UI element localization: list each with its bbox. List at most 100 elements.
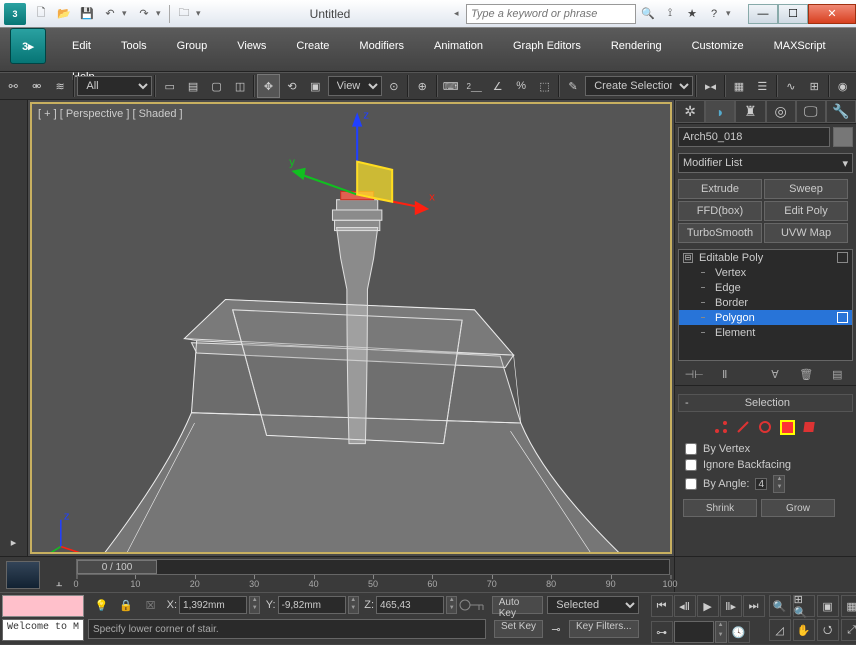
menu-group[interactable]: Group: [163, 37, 222, 55]
mod-btn-ffdbox[interactable]: FFD(box): [678, 201, 762, 221]
shrink-button[interactable]: Shrink: [683, 499, 757, 517]
stack-item-polygon[interactable]: Polygon: [679, 310, 852, 325]
perspective-viewport[interactable]: [ + ] [ Perspective ] [ Shaded ]: [30, 102, 672, 554]
setkey-button[interactable]: Set Key: [494, 620, 543, 638]
curve-editor-icon[interactable]: ∿: [780, 74, 802, 98]
snap-toggle-icon[interactable]: 2⸏: [463, 74, 485, 98]
angle-spinner-buttons[interactable]: ▲▼: [773, 475, 785, 493]
keyboard-shortcut-icon[interactable]: ⌨: [440, 74, 462, 98]
modifier-list-combo[interactable]: Modifier List ▾: [678, 153, 853, 173]
angle-snap-icon[interactable]: ∠: [486, 74, 508, 98]
unlink-icon[interactable]: ⚮: [25, 74, 47, 98]
redo-icon[interactable]: ↷: [133, 4, 155, 24]
z-coord-input[interactable]: [376, 596, 444, 614]
stack-item-vertex[interactable]: Vertex: [679, 265, 852, 280]
isolate-icon[interactable]: ☒: [139, 593, 162, 617]
pin-stack-icon[interactable]: ⊣⊢: [685, 368, 703, 381]
object-color-swatch[interactable]: [833, 127, 853, 147]
menu-create[interactable]: Create: [282, 37, 343, 55]
bind-spacewarp-icon[interactable]: ≋: [49, 74, 71, 98]
selection-filter-combo[interactable]: All: [77, 76, 152, 96]
layers-icon[interactable]: ☰: [751, 74, 773, 98]
trackbar-toggle-icon[interactable]: ⫠: [56, 577, 63, 590]
by-angle-checkbox[interactable]: [685, 478, 697, 490]
show-end-icon[interactable]: Ⅱ: [716, 368, 734, 381]
play-icon[interactable]: ▶: [697, 595, 719, 617]
undo-icon[interactable]: ↶: [99, 4, 121, 24]
mod-btn-editpoly[interactable]: Edit Poly: [764, 201, 848, 221]
schematic-view-icon[interactable]: ⊞: [803, 74, 825, 98]
lightbulb-icon[interactable]: 💡: [90, 593, 113, 617]
lock-icon[interactable]: 🔒: [115, 593, 138, 617]
trackbar-thumb[interactable]: [6, 561, 40, 589]
select-manipulate-icon[interactable]: ⊕: [411, 74, 433, 98]
prev-frame-icon[interactable]: ◂Ⅱ: [674, 595, 696, 617]
by-vertex-checkbox[interactable]: [685, 443, 697, 455]
current-frame-input[interactable]: [674, 621, 714, 643]
comm-center-icon[interactable]: ⟟: [660, 4, 680, 24]
tab-create[interactable]: ✲: [675, 100, 705, 123]
chevron-left-icon[interactable]: ◂: [454, 8, 464, 19]
stack-item-edge[interactable]: Edge: [679, 280, 852, 295]
time-slider-handle[interactable]: 0 / 100: [77, 560, 157, 574]
menu-animation[interactable]: Animation: [420, 37, 497, 55]
stack-toggle-icon[interactable]: [837, 252, 848, 263]
select-object-icon[interactable]: ▭: [158, 74, 180, 98]
tab-hierarchy[interactable]: ♜: [735, 100, 765, 123]
configure-sets-icon[interactable]: ▤: [828, 368, 846, 381]
select-region-icon[interactable]: ▢: [205, 74, 227, 98]
stack-item-base[interactable]: ⊟ Editable Poly: [679, 250, 852, 265]
key-mode-toggle-icon[interactable]: ⊶: [651, 621, 673, 643]
remove-mod-icon[interactable]: 🗑: [797, 368, 815, 381]
window-crossing-icon[interactable]: ◫: [229, 74, 251, 98]
percent-snap-icon[interactable]: %: [510, 74, 532, 98]
menu-maxscript[interactable]: MAXScript: [760, 37, 840, 55]
search-input[interactable]: [466, 4, 636, 24]
tab-utilities[interactable]: 🔧: [826, 100, 856, 123]
orbit-icon[interactable]: ⭯: [817, 619, 839, 641]
mirror-icon[interactable]: ▸◂: [699, 74, 721, 98]
mod-btn-sweep[interactable]: Sweep: [764, 179, 848, 199]
mod-btn-extrude[interactable]: Extrude: [678, 179, 762, 199]
stack-item-element[interactable]: Element: [679, 325, 852, 340]
align-icon[interactable]: ▦: [728, 74, 750, 98]
app-icon[interactable]: 3: [4, 3, 26, 25]
tab-motion[interactable]: ◎: [766, 100, 796, 123]
zoom-extents-all-icon[interactable]: ▦: [841, 595, 856, 617]
tab-modify[interactable]: ◗: [705, 100, 735, 123]
mod-btn-turbosmooth[interactable]: TurboSmooth: [678, 223, 762, 243]
application-menu-button[interactable]: 3▸: [10, 28, 46, 64]
z-spinner[interactable]: ▲▼: [446, 596, 457, 614]
edit-named-sel-icon[interactable]: ✎: [562, 74, 584, 98]
named-selection-combo[interactable]: Create Selection Se: [585, 76, 693, 96]
rollout-selection-header[interactable]: - Selection: [678, 394, 853, 412]
modifier-stack[interactable]: ⊟ Editable Poly Vertex Edge Border Polyg…: [678, 249, 853, 361]
next-frame-icon[interactable]: Ⅱ▸: [720, 595, 742, 617]
y-spinner[interactable]: ▲▼: [348, 596, 359, 614]
viewport-expand-icon[interactable]: ▸: [3, 532, 25, 552]
menu-customize[interactable]: Customize: [678, 37, 758, 55]
time-ruler[interactable]: 0102030405060708090100: [76, 575, 670, 589]
border-so-icon[interactable]: [758, 420, 772, 434]
time-slider-track[interactable]: 0 / 100: [76, 559, 670, 575]
pan-icon[interactable]: ✋: [793, 619, 815, 641]
grow-button[interactable]: Grow: [761, 499, 835, 517]
mod-btn-uvwmap[interactable]: UVW Map: [764, 223, 848, 243]
zoom-all-icon[interactable]: ⊞🔍: [793, 595, 815, 617]
ignore-backfacing-checkbox[interactable]: [685, 459, 697, 471]
minimize-button[interactable]: —: [748, 4, 778, 24]
autokey-button[interactable]: Auto Key: [492, 596, 544, 614]
select-move-icon[interactable]: ✥: [257, 74, 279, 98]
menu-views[interactable]: Views: [223, 37, 280, 55]
menu-rendering[interactable]: Rendering: [597, 37, 676, 55]
edge-so-icon[interactable]: [736, 420, 750, 434]
spinner-snap-icon[interactable]: ⬚: [533, 74, 555, 98]
time-config-icon[interactable]: 🕓: [728, 621, 750, 643]
save-file-icon[interactable]: 💾: [76, 4, 98, 24]
polygon-so-icon[interactable]: [780, 420, 795, 435]
close-button[interactable]: ✕: [808, 4, 856, 24]
select-name-icon[interactable]: ▤: [182, 74, 204, 98]
make-unique-icon[interactable]: ∀: [766, 368, 784, 381]
zoom-extents-icon[interactable]: ▣: [817, 595, 839, 617]
by-angle-spinner[interactable]: [755, 478, 767, 490]
